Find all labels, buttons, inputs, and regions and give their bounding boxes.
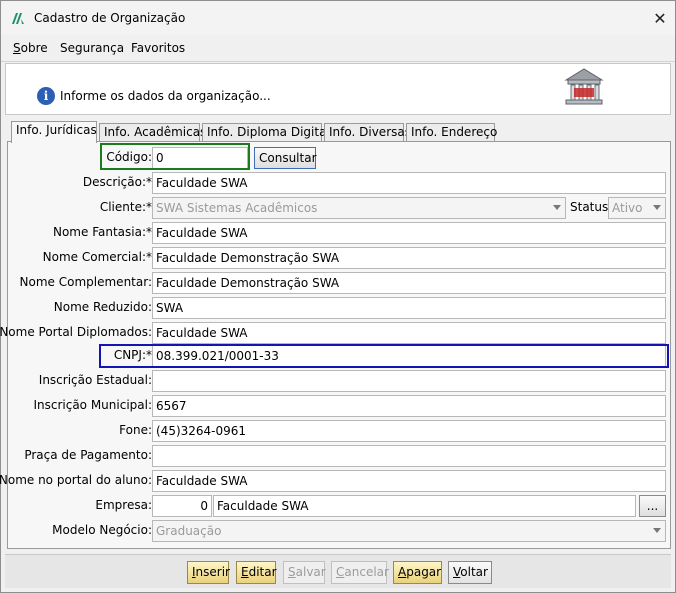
row-nome-reduzido: Nome Reduzido: SWA [8, 297, 672, 319]
nome-reduzido-label: Nome Reduzido: [53, 300, 152, 314]
close-icon[interactable]: ✕ [645, 1, 675, 35]
form-panel: Código: 0 Consultar Descrição:* Faculdad… [0, 141, 672, 549]
nome-reduzido-input[interactable]: SWA [152, 297, 666, 319]
cliente-label: Cliente:* [99, 200, 152, 214]
fone-input[interactable]: (45)3264-0961 [152, 420, 666, 442]
chevron-down-icon [653, 205, 661, 210]
nome-fantasia-input[interactable]: Faculdade SWA [152, 222, 666, 244]
empresa-name-input[interactable]: Faculdade SWA [213, 495, 636, 517]
nome-complementar-input[interactable]: Faculdade Demonstração SWA [152, 272, 666, 294]
descricao-label: Descrição:* [82, 175, 152, 189]
menu-favoritos[interactable]: Favoritos [131, 41, 185, 55]
info-text: Informe os dados da organização... [60, 89, 271, 103]
app-logo-icon [12, 13, 24, 24]
menu-sobre[interactable]: Sobre [13, 41, 48, 55]
descricao-input[interactable]: Faculdade SWA [152, 172, 666, 194]
editar-button[interactable]: Editar [236, 561, 277, 584]
codigo-highlight-box [100, 143, 250, 170]
tab-info-endereco[interactable]: Info. Endereço [406, 123, 497, 142]
footer-toolbar: Inserir Editar Salvar Cancelar Apagar Vo… [5, 554, 671, 588]
tab-info-juridicas[interactable]: Info. Jurídicas [11, 121, 97, 143]
header-panel: i Informe os dados da organização... [5, 63, 671, 115]
chevron-down-icon [553, 205, 561, 210]
status-label: Status: [570, 200, 613, 214]
apagar-button[interactable]: Apagar [393, 561, 442, 584]
menu-seguranca[interactable]: Segurança [60, 41, 124, 55]
row-inscricao-municipal: Inscrição Municipal: 6567 [8, 395, 672, 417]
chevron-down-icon [653, 528, 661, 533]
consultar-button[interactable]: Consultar [254, 147, 317, 169]
inscricao-estadual-label: Inscrição Estadual: [38, 373, 152, 387]
row-inscricao-estadual: Inscrição Estadual: [8, 370, 672, 392]
cancelar-button[interactable]: Cancelar [331, 561, 389, 584]
window: Cadastro de Organização ✕ Sobre Seguranç… [0, 0, 676, 593]
status-select[interactable]: Ativo [608, 197, 666, 219]
row-nome-complementar: Nome Complementar: Faculdade Demonstraçã… [8, 272, 672, 294]
cliente-value: SWA Sistemas Acadêmicos [156, 201, 318, 215]
row-nome-comercial: Nome Comercial:* Faculdade Demonstração … [8, 247, 672, 269]
row-nome-portal-aluno: Nome no portal do aluno: Faculdade SWA [0, 470, 672, 492]
praca-pagamento-label: Praça de Pagamento: [24, 448, 152, 462]
nome-comercial-label: Nome Comercial:* [42, 250, 152, 264]
inserir-button[interactable]: Inserir [187, 561, 230, 584]
menu-sobre-mnemonic: S [13, 41, 21, 55]
bank-building-icon [564, 68, 604, 105]
nome-portal-aluno-label: Nome no portal do aluno: [0, 473, 152, 487]
modelo-negocio-select[interactable]: Graduação [152, 520, 666, 542]
status-value: Ativo [612, 201, 643, 215]
inscricao-estadual-input[interactable] [152, 370, 666, 392]
row-descricao: Descrição:* Faculdade SWA [8, 172, 672, 194]
nome-complementar-label: Nome Complementar: [19, 275, 152, 289]
row-praca-pagamento: Praça de Pagamento: [8, 445, 672, 467]
menu-bar: Sobre Segurança Favoritos [1, 35, 675, 62]
row-fone: Fone: (45)3264-0961 [8, 420, 672, 442]
inscricao-municipal-label: Inscrição Municipal: [33, 398, 152, 412]
empresa-lookup-button[interactable]: ... [639, 495, 666, 517]
tab-info-diversas[interactable]: Info. Diversas [324, 123, 411, 142]
inscricao-municipal-input[interactable]: 6567 [152, 395, 666, 417]
nome-portal-diplomados-input[interactable]: Faculdade SWA [152, 322, 666, 344]
tab-info-academicas[interactable]: Info. Acadêmicas [99, 123, 206, 142]
title-bar: Cadastro de Organização ✕ [1, 1, 675, 35]
voltar-button[interactable]: Voltar [448, 561, 492, 584]
empresa-label: Empresa: [95, 498, 152, 512]
modelo-negocio-value: Graduação [156, 524, 222, 538]
row-cliente: Cliente:* SWA Sistemas Acadêmicos Status… [8, 197, 672, 219]
salvar-button[interactable]: Salvar [283, 561, 326, 584]
row-nome-portal-diplomados: Nome Portal Diplomados: Faculdade SWA [0, 322, 672, 344]
window-title: Cadastro de Organização [34, 11, 186, 25]
tab-info-diploma-digital[interactable]: Info. Diploma Digital [202, 123, 330, 142]
empresa-code-input[interactable]: 0 [152, 495, 212, 517]
row-empresa: Empresa: 0 Faculdade SWA ... [8, 495, 672, 517]
row-modelo-negocio: Modelo Negócio: Graduação [8, 520, 672, 542]
info-icon: i [37, 87, 55, 105]
nome-comercial-input[interactable]: Faculdade Demonstração SWA [152, 247, 666, 269]
nome-portal-aluno-input[interactable]: Faculdade SWA [152, 470, 666, 492]
cliente-select[interactable]: SWA Sistemas Acadêmicos [152, 197, 566, 219]
nome-portal-diplomados-label: Nome Portal Diplomados: [0, 325, 152, 339]
fone-label: Fone: [119, 423, 152, 437]
cnpj-highlight-box [99, 344, 669, 368]
row-nome-fantasia: Nome Fantasia:* Faculdade SWA [8, 222, 672, 244]
modelo-negocio-label: Modelo Negócio: [52, 523, 152, 537]
praca-pagamento-input[interactable] [152, 445, 666, 467]
nome-fantasia-label: Nome Fantasia:* [52, 225, 152, 239]
